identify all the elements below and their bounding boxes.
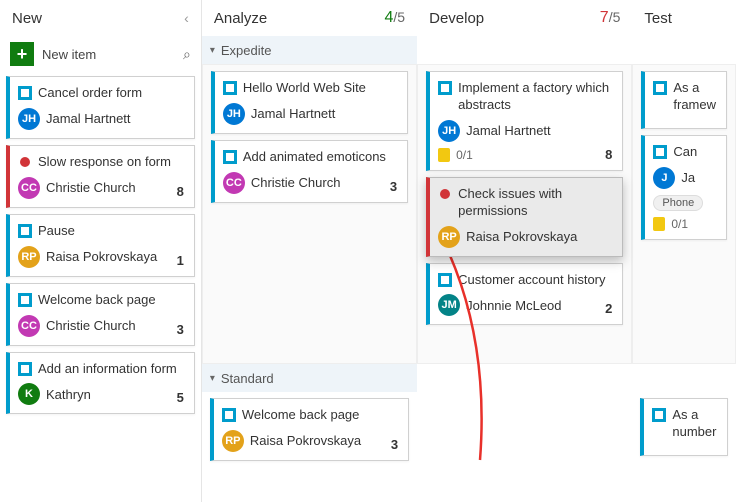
pbi-icon xyxy=(18,362,32,376)
avatar: JM xyxy=(438,294,460,316)
card[interactable]: Welcome back page RPRaisa Pokrovskaya 3 xyxy=(210,398,409,461)
swimlane-expedite[interactable]: ▾Expedite xyxy=(202,36,417,64)
card[interactable]: As anumber xyxy=(640,398,728,456)
pbi-icon xyxy=(653,81,667,95)
avatar: JH xyxy=(438,120,460,142)
card[interactable]: Add an information form KKathryn 5 xyxy=(6,352,195,415)
bug-icon xyxy=(438,187,452,201)
card[interactable]: Welcome back page CCChristie Church 3 xyxy=(6,283,195,346)
column-title: Test xyxy=(644,10,672,27)
column-title: Develop xyxy=(429,10,484,27)
avatar: JH xyxy=(18,108,40,130)
task-icon xyxy=(653,217,667,231)
column-header-new: New ‹ xyxy=(0,0,201,36)
swimlane-standard[interactable]: ▾Standard xyxy=(202,364,417,392)
card-count: 1 xyxy=(177,253,184,268)
column-title: New xyxy=(12,10,42,27)
avatar: CC xyxy=(223,172,245,194)
card[interactable]: Customer account history JMJohnnie McLeo… xyxy=(426,263,623,326)
card[interactable]: Slow response on form CCChristie Church … xyxy=(6,145,195,208)
pbi-icon xyxy=(438,81,452,95)
chevron-down-icon: ▾ xyxy=(210,373,215,384)
pbi-icon xyxy=(222,408,236,422)
pbi-icon xyxy=(18,224,32,238)
card[interactable]: Can JJa Phone 0/1 xyxy=(641,135,727,240)
card[interactable]: Cancel order form JHJamal Hartnett xyxy=(6,76,195,139)
pbi-icon xyxy=(653,145,667,159)
bug-icon xyxy=(18,155,32,169)
card-count: 2 xyxy=(605,301,612,316)
avatar: RP xyxy=(18,246,40,268)
wip-counter: 7/5 xyxy=(600,9,621,27)
pbi-icon xyxy=(223,81,237,95)
task-icon xyxy=(438,148,452,162)
pbi-icon xyxy=(652,408,666,422)
column-header-develop: Develop 7/5 xyxy=(417,0,632,36)
pbi-icon xyxy=(438,273,452,287)
card-count: 5 xyxy=(177,390,184,405)
card-dragging[interactable]: Check issues with permissions RPRaisa Po… xyxy=(426,177,623,257)
chevron-down-icon: ▾ xyxy=(210,45,215,56)
column-header-analyze: Analyze 4/5 xyxy=(202,0,417,36)
avatar: K xyxy=(18,383,40,405)
card-count: 3 xyxy=(177,322,184,337)
card-count: 3 xyxy=(391,437,398,452)
card-count: 8 xyxy=(177,184,184,199)
search-icon[interactable]: ⌕ xyxy=(183,46,191,63)
card[interactable]: Hello World Web Site JHJamal Hartnett xyxy=(211,71,408,134)
tag: Phone xyxy=(653,195,703,211)
card-count: 3 xyxy=(390,179,397,194)
avatar: J xyxy=(653,167,675,189)
avatar: JH xyxy=(223,103,245,125)
pbi-icon xyxy=(18,86,32,100)
pbi-icon xyxy=(18,293,32,307)
wip-counter: 4/5 xyxy=(385,9,406,27)
column-title: Analyze xyxy=(214,10,267,27)
chevron-left-icon[interactable]: ‹ xyxy=(184,10,189,26)
pbi-icon xyxy=(223,150,237,164)
card[interactable]: As aframew xyxy=(641,71,727,129)
add-button[interactable]: + xyxy=(10,42,34,66)
avatar: RP xyxy=(222,430,244,452)
avatar: RP xyxy=(438,226,460,248)
card[interactable]: Pause RPRaisa Pokrovskaya 1 xyxy=(6,214,195,277)
card[interactable]: Add animated emoticons CCChristie Church… xyxy=(211,140,408,203)
card[interactable]: Implement a factory which abstracts JHJa… xyxy=(426,71,623,171)
card-count: 8 xyxy=(605,147,612,162)
new-item-label[interactable]: New item xyxy=(42,47,175,62)
avatar: CC xyxy=(18,177,40,199)
avatar: CC xyxy=(18,315,40,337)
column-header-test: Test xyxy=(632,0,736,36)
